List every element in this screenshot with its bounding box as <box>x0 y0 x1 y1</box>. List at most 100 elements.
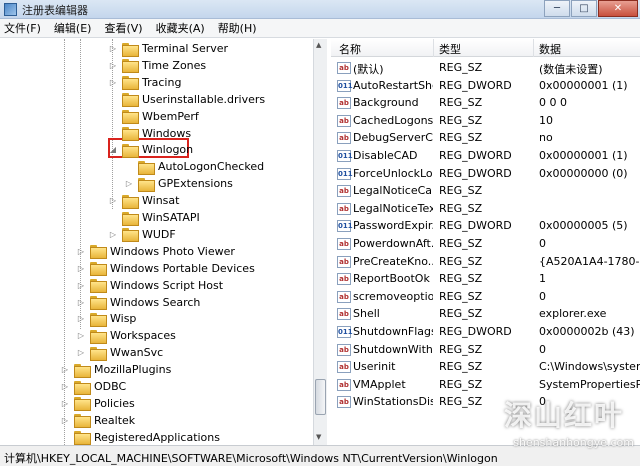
table-row[interactable]: ab VMApplet REG_SZ SystemPropertiesPe <box>331 376 640 394</box>
table-row[interactable]: 011AutoRestartShell REG_DWORD 0x00000001 (… <box>331 77 640 95</box>
column-separator[interactable] <box>533 39 534 57</box>
expand-arrow-icon[interactable]: ▷ <box>76 281 86 290</box>
binary-value-icon: 011 <box>337 220 353 233</box>
tree-item[interactable]: ▷ MozillaPlugins <box>60 361 171 378</box>
tree-item[interactable]: AutoLogonChecked <box>124 158 264 175</box>
expand-arrow-icon[interactable]: ▷ <box>60 416 70 425</box>
table-row[interactable]: abCachedLogons... REG_SZ 10 <box>331 112 640 130</box>
table-row[interactable]: abPreCreateKno... REG_SZ {A520A1A4-1780-4F… <box>331 253 640 271</box>
table-row[interactable]: 011 ShutdownFlags REG_DWORD 0x0000002b (43) <box>331 323 640 341</box>
expand-arrow-icon[interactable]: ▷ <box>124 179 134 188</box>
tree-item[interactable]: WbemPerf <box>108 108 199 125</box>
tree-item-label: Time Zones <box>142 58 207 72</box>
tree-item[interactable]: WinSATAPI <box>108 209 200 226</box>
tree-item-label: GPExtensions <box>158 177 233 191</box>
tree-item[interactable]: ▷ ODBC <box>60 378 126 395</box>
menu-help[interactable]: 帮助(H) <box>218 20 257 36</box>
menu-favorites[interactable]: 收藏夹(A) <box>156 20 205 36</box>
tree-item[interactable]: ▷ Terminal Server <box>108 40 228 57</box>
menu-edit[interactable]: 编辑(E) <box>54 20 92 36</box>
value-name: scremoveoption <box>353 289 433 303</box>
scroll-up-icon[interactable]: ▲ <box>316 41 321 49</box>
tree-item[interactable]: ▷ Windows Search <box>76 294 200 311</box>
tree-item-label: Windows Portable Devices <box>110 261 255 275</box>
table-row[interactable]: abLegalNoticeCa... REG_SZ <box>331 182 640 200</box>
table-row[interactable]: ab Background REG_SZ 0 0 0 <box>331 94 640 112</box>
tree-scrollbar[interactable]: ▲ ▼ <box>313 39 327 445</box>
expand-arrow-icon[interactable]: ▷ <box>108 61 118 70</box>
expand-arrow-icon[interactable]: ▷ <box>60 382 70 391</box>
close-button[interactable]: ✕ <box>598 0 638 17</box>
tree-item[interactable]: ▷ Winsat <box>108 192 179 209</box>
expand-arrow-icon[interactable]: ▷ <box>108 196 118 205</box>
tree-item[interactable]: ▷ Realtek <box>60 412 135 429</box>
value-name: Background <box>353 96 419 110</box>
expand-arrow-icon[interactable]: ▷ <box>108 78 118 87</box>
expand-arrow-icon[interactable]: ▷ <box>60 399 70 408</box>
tree-item[interactable]: RegisteredApplications <box>60 429 220 445</box>
expand-arrow-icon[interactable]: ▷ <box>76 314 86 323</box>
table-row[interactable]: abDebugServerC... REG_SZ no <box>331 129 640 147</box>
tree-item[interactable]: ◢ Winlogon <box>108 141 193 158</box>
maximize-button[interactable]: □ <box>571 0 597 17</box>
expand-arrow-icon[interactable]: ▷ <box>108 44 118 53</box>
tree-item[interactable]: ▷ Windows Photo Viewer <box>76 243 235 260</box>
menu-view[interactable]: 查看(V) <box>104 20 142 36</box>
value-type: REG_SZ <box>439 113 483 127</box>
tree-item[interactable]: ▷ Tracing <box>108 74 181 91</box>
value-data: 0x00000001 (1) <box>539 78 628 92</box>
column-separator[interactable] <box>433 39 434 57</box>
expand-arrow-icon[interactable]: ▷ <box>76 298 86 307</box>
tree-item[interactable]: ▷ Windows Portable Devices <box>76 260 255 277</box>
binary-value-icon: 011 <box>337 326 353 338</box>
table-row[interactable]: 011PasswordExpir... REG_DWORD 0x00000005 (… <box>331 217 640 235</box>
value-data: 0x00000001 (1) <box>539 149 628 162</box>
folder-icon <box>122 143 139 158</box>
window-title: 注册表编辑器 <box>22 4 88 17</box>
table-row[interactable]: 011 DisableCAD REG_DWORD 0x00000001 (1) <box>331 147 640 165</box>
tree-item[interactable]: ▷ Workspaces <box>76 327 176 344</box>
table-row[interactable]: ab PowerdownAft... REG_SZ 0 <box>331 235 640 253</box>
tree-item[interactable]: ▷ Wisp <box>76 310 136 327</box>
tree-item[interactable]: ▷ WUDF <box>108 226 176 243</box>
column-header-name[interactable]: 名称 <box>339 41 361 57</box>
tree-item[interactable]: ▷ Windows Script Host <box>76 277 223 294</box>
expand-arrow-icon[interactable]: ▷ <box>76 247 86 256</box>
menu-file[interactable]: 文件(F) <box>4 20 41 36</box>
table-row[interactable]: abShutdownWith... REG_SZ 0 <box>331 341 640 359</box>
tree-item[interactable]: ▷ WwanSvc <box>76 344 163 361</box>
value-type: REG_SZ <box>439 307 483 321</box>
tree-item-label: WwanSvc <box>110 346 164 360</box>
tree-item[interactable]: Windows <box>108 125 191 142</box>
watermark-url: shenshanhongye.com <box>513 436 634 449</box>
expand-arrow-icon[interactable]: ◢ <box>108 145 118 154</box>
table-row[interactable]: abUserinit REG_SZ C:\Windows\system3 <box>331 358 640 376</box>
column-header-type[interactable]: 类型 <box>439 41 461 57</box>
tree-scroll-thumb[interactable] <box>315 379 326 415</box>
registry-tree[interactable]: ▷ Terminal Server ▷ Time Zones ▷ Tracing Useri… <box>0 39 327 445</box>
scroll-down-icon[interactable]: ▼ <box>316 433 321 441</box>
expand-arrow-icon[interactable]: ▷ <box>60 365 70 374</box>
expand-arrow-icon[interactable]: ▷ <box>76 348 86 357</box>
expand-arrow-icon[interactable]: ▷ <box>76 264 86 273</box>
column-header-data[interactable]: 数据 <box>539 41 561 57</box>
value-type: REG_SZ <box>439 96 483 110</box>
folder-icon <box>90 245 107 260</box>
table-row[interactable]: ab scremoveoption REG_SZ 0 <box>331 288 640 306</box>
expand-arrow-icon[interactable]: ▷ <box>76 331 86 340</box>
tree-item[interactable]: ▷ Time Zones <box>108 57 206 74</box>
values-list[interactable]: 名称 类型 数据 ab (默认) REG_SZ (数值未设置) 011 AutoResta… <box>331 39 640 445</box>
table-row[interactable]: ab ReportBootOk REG_SZ 1 <box>331 270 640 288</box>
tree-item[interactable]: ▷ Policies <box>60 395 135 412</box>
table-row[interactable]: ab LegalNoticeText REG_SZ <box>331 200 640 218</box>
tree-item[interactable]: ▷ GPExtensions <box>124 175 233 192</box>
expand-arrow-icon[interactable]: ▷ <box>108 230 118 239</box>
minimize-button[interactable]: ─ <box>544 0 570 17</box>
table-row[interactable]: ab (默认) REG_SZ (数值未设置) <box>331 59 640 77</box>
tree-item-label: Windows Script Host <box>110 278 224 292</box>
tree-item[interactable]: Userinstallable.drivers <box>108 91 265 108</box>
string-value-icon: ab <box>337 114 351 127</box>
table-row[interactable]: 011ForceUnlockLo... REG_DWORD 0x00000000 (… <box>331 165 640 183</box>
table-row[interactable]: ab Shell REG_SZ explorer.exe <box>331 305 640 323</box>
value-name: ShutdownFlags <box>353 325 433 338</box>
